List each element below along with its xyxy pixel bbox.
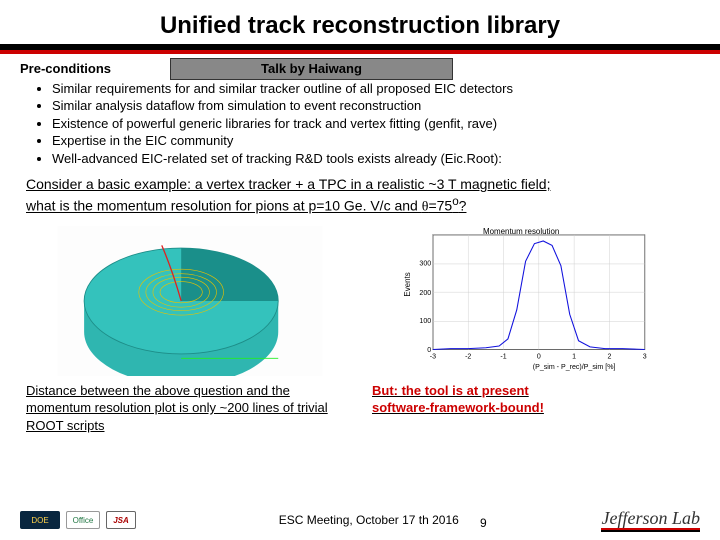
svg-text:100: 100: [419, 318, 431, 325]
caption-right-a: But: the tool is at present: [372, 383, 529, 398]
svg-text:2: 2: [607, 353, 611, 360]
svg-text:300: 300: [419, 260, 431, 267]
resolution-plot: Momentum resolution -3 -2 -1 0 1 2 3 (P_sim …: [366, 226, 694, 376]
slide-title: Unified track reconstruction library: [0, 0, 720, 44]
question-line1: Consider a basic example: a vertex track…: [26, 176, 550, 192]
list-item: Expertise in the EIC community: [52, 132, 700, 150]
caption-right-b: software-framework-bound!: [372, 400, 544, 415]
example-question: Consider a basic example: a vertex track…: [20, 175, 700, 217]
svg-text:Events: Events: [403, 272, 412, 296]
question-line2b: =75: [428, 198, 452, 214]
svg-text:-2: -2: [465, 353, 471, 360]
svg-text:1: 1: [572, 353, 576, 360]
talk-callout: Talk by Haiwang: [170, 58, 453, 80]
svg-text:0: 0: [537, 353, 541, 360]
office-logo: Office: [66, 511, 100, 529]
slide-footer: DOE Office JSA ESC Meeting, October 17 t…: [0, 508, 720, 532]
jlab-logo: Jefferson Lab: [601, 508, 700, 532]
divider: [0, 44, 720, 54]
question-line2c: ?: [459, 198, 467, 214]
svg-text:200: 200: [419, 290, 431, 297]
svg-text:-3: -3: [430, 353, 436, 360]
jsa-logo: JSA: [106, 511, 136, 529]
svg-text:(P_sim - P_rec)/P_sim [%]: (P_sim - P_rec)/P_sim [%]: [533, 364, 616, 371]
svg-text:0: 0: [427, 347, 431, 354]
preconditions-label: Pre-conditions: [20, 61, 111, 76]
logo-group: DOE Office JSA: [20, 511, 136, 529]
caption-left: Distance between the above question and …: [26, 382, 348, 435]
list-item: Existence of powerful generic libraries …: [52, 115, 700, 133]
caption-right: But: the tool is at present software-fra…: [372, 382, 694, 435]
page-number: 9: [480, 516, 487, 530]
svg-text:-1: -1: [500, 353, 506, 360]
detector-figure: [26, 226, 354, 376]
bullet-list: Similar requirements for and similar tra…: [20, 80, 700, 168]
list-item: Similar requirements for and similar tra…: [52, 80, 700, 98]
doe-logo: DOE: [20, 511, 60, 529]
list-item: Well-advanced EIC-related set of trackin…: [52, 150, 700, 168]
question-line2a: what is the momentum resolution for pion…: [26, 198, 422, 214]
list-item: Similar analysis dataflow from simulatio…: [52, 97, 700, 115]
svg-text:3: 3: [643, 353, 647, 360]
svg-text:Momentum resolution: Momentum resolution: [483, 227, 559, 236]
footer-text: ESC Meeting, October 17 th 2016: [279, 513, 459, 527]
